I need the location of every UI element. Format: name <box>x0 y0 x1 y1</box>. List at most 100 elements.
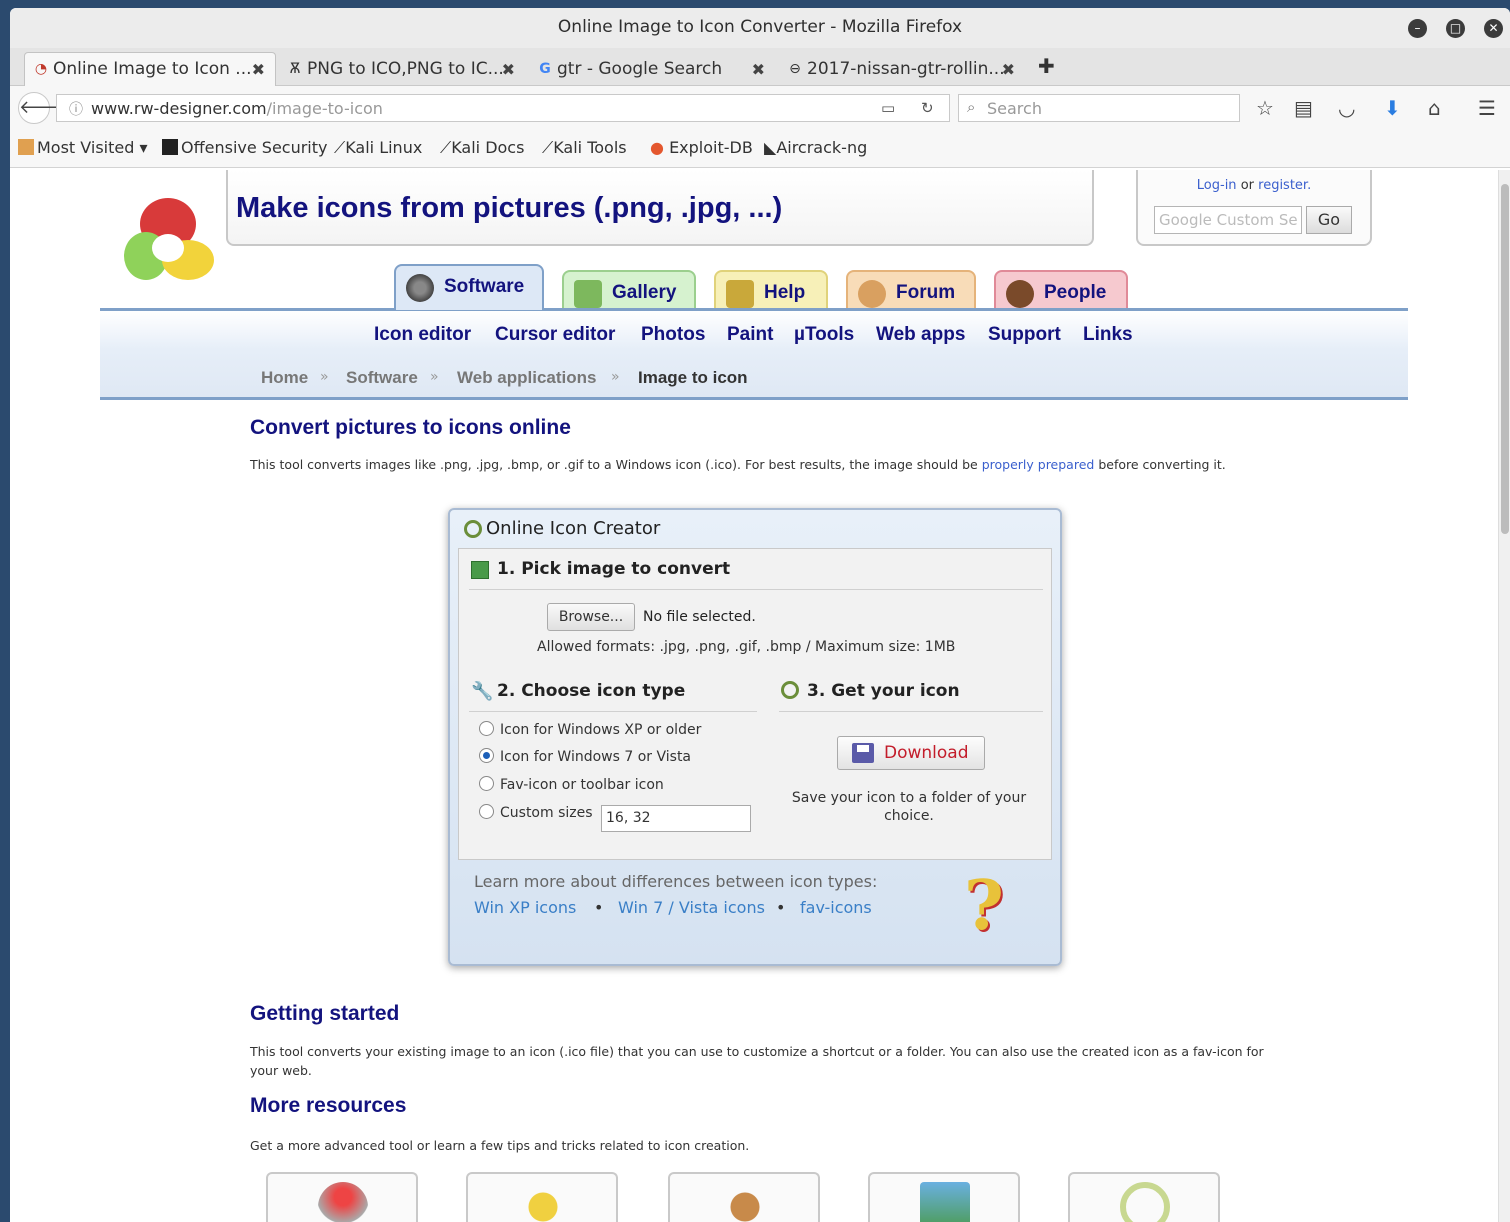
download-button[interactable]: Download <box>837 736 985 770</box>
close-window-icon[interactable]: ✕ <box>1484 19 1503 38</box>
subnav-web-apps[interactable]: Web apps <box>876 324 965 346</box>
bookmark-star-icon[interactable]: ☆ <box>1256 96 1274 120</box>
home-icon[interactable]: ⌂ <box>1428 96 1441 120</box>
rw-designer-logo[interactable] <box>118 188 218 288</box>
bookmark-most-visited[interactable]: Most Visited ▾ <box>18 138 148 157</box>
folder-icon <box>18 139 34 155</box>
bookmark-label: Kali Tools <box>553 138 627 157</box>
reload-icon[interactable]: ↻ <box>921 99 934 117</box>
win7-vista-icons-link[interactable]: Win 7 / Vista icons <box>618 898 765 917</box>
radio-label: Icon for Windows XP or older <box>500 722 702 738</box>
radio-fav-icon[interactable]: Fav-icon or toolbar icon <box>479 776 664 793</box>
new-tab-icon[interactable]: ✚ <box>1038 54 1055 78</box>
close-tab-icon[interactable]: ✖ <box>252 60 265 79</box>
software-icon <box>406 274 434 302</box>
download-label: Download <box>884 743 969 763</box>
radio-button[interactable] <box>479 776 494 791</box>
radio-label: Fav-icon or toolbar icon <box>500 777 664 793</box>
divider <box>779 711 1043 712</box>
subnav-utools[interactable]: µTools <box>794 324 854 346</box>
subnav-photos[interactable]: Photos <box>641 324 705 346</box>
fav-icons-link[interactable]: fav-icons <box>800 898 872 917</box>
login-box: Log-in or register. Google Custom Se Go <box>1136 170 1372 246</box>
go-button[interactable]: Go <box>1306 206 1352 234</box>
resource-card[interactable] <box>668 1172 820 1222</box>
site-title: Make icons from pictures (.png, .jpg, ..… <box>236 192 783 224</box>
resource-card[interactable] <box>1068 1172 1220 1222</box>
tab-online-image-to-icon[interactable]: ◔ Online Image to Icon ... ✖ <box>24 52 276 86</box>
step-3-title: 3. Get your icon <box>807 681 960 701</box>
subnav-icon-editor[interactable]: Icon editor <box>374 324 471 346</box>
tab-help[interactable]: Help <box>714 270 828 308</box>
radio-windows-7[interactable]: Icon for Windows 7 or Vista <box>479 748 691 765</box>
bookmark-aircrack-ng[interactable]: ◣Aircrack-ng <box>764 138 867 157</box>
forum-quill-icon <box>858 280 886 308</box>
vertical-scrollbar[interactable] <box>1498 170 1510 1222</box>
bookmark-kali-docs[interactable]: ⟋Kali Docs <box>440 138 524 158</box>
subnav-support[interactable]: Support <box>988 324 1061 346</box>
browse-button[interactable]: Browse... <box>547 603 635 631</box>
photo-icon <box>920 1182 970 1222</box>
intro-text-end: before converting it. <box>1094 457 1226 472</box>
resource-card[interactable] <box>868 1172 1020 1222</box>
win-xp-icons-link[interactable]: Win XP icons <box>474 898 576 917</box>
resource-card[interactable] <box>466 1172 618 1222</box>
breadcrumb-software[interactable]: Software <box>346 368 418 388</box>
register-link[interactable]: register. <box>1258 178 1311 193</box>
tab-people[interactable]: People <box>994 270 1128 308</box>
subnav-links[interactable]: Links <box>1083 324 1133 346</box>
breadcrumb-web-applications[interactable]: Web applications <box>457 368 597 388</box>
search-bar[interactable]: ⌕ Search <box>958 94 1240 122</box>
bookmark-label: Kali Linux <box>345 138 423 157</box>
tab-software[interactable]: Software <box>394 264 544 310</box>
star-icon <box>518 1182 568 1222</box>
minimize-icon[interactable]: – <box>1408 19 1427 38</box>
window-title: Online Image to Icon Converter - Mozilla… <box>557 17 963 37</box>
save-note: Save your icon to a folder of your choic… <box>791 790 1027 824</box>
tab-google-search[interactable]: G gtr - Google Search ✖ <box>528 52 776 86</box>
floppy-disk-icon <box>852 743 874 763</box>
resource-card[interactable] <box>266 1172 418 1222</box>
radio-custom-sizes[interactable]: Custom sizes <box>479 804 593 821</box>
breadcrumb-separator-icon: » <box>611 369 620 385</box>
radio-windows-xp[interactable]: Icon for Windows XP or older <box>479 721 701 738</box>
close-tab-icon[interactable]: ✖ <box>752 60 765 79</box>
image-icon: ⊖ <box>789 61 801 77</box>
subnav-cursor-editor[interactable]: Cursor editor <box>495 324 615 346</box>
google-custom-search-input[interactable]: Google Custom Se <box>1154 206 1302 234</box>
breadcrumb-home[interactable]: Home <box>261 368 308 388</box>
downloads-icon[interactable]: ⬇ <box>1384 96 1401 120</box>
login-link[interactable]: Log-in <box>1197 178 1237 193</box>
back-button[interactable]: 🡐 <box>18 92 67 124</box>
tab-forum[interactable]: Forum <box>846 270 976 308</box>
bookmark-offensive-security[interactable]: Offensive Security <box>162 138 327 157</box>
bookmark-exploit-db[interactable]: ● Exploit-DB <box>650 138 753 157</box>
radio-button[interactable] <box>479 748 494 763</box>
tab-gallery[interactable]: Gallery <box>562 270 696 308</box>
url-bar[interactable]: ⓘ www.rw-designer.com/image-to-icon ▭ ↻ <box>56 94 950 122</box>
bookmark-kali-linux[interactable]: ⟋Kali Linux <box>334 138 422 158</box>
subnav-paint[interactable]: Paint <box>727 324 773 346</box>
tab-png-to-ico[interactable]: Ѫ PNG to ICO,PNG to IC... ✖ <box>278 52 526 86</box>
radio-button[interactable] <box>479 804 494 819</box>
reader-view-icon[interactable]: ▭ <box>881 99 895 117</box>
close-tab-icon[interactable]: ✖ <box>502 60 515 79</box>
close-tab-icon[interactable]: ✖ <box>1002 60 1015 79</box>
refresh-circle-icon <box>1120 1182 1170 1222</box>
maximize-icon[interactable]: □ <box>1446 19 1465 38</box>
offsec-icon <box>162 139 178 155</box>
scrollbar-thumb[interactable] <box>1501 184 1509 534</box>
custom-sizes-input[interactable]: 16, 32 <box>601 805 751 832</box>
reading-list-icon[interactable]: ▤ <box>1294 96 1313 120</box>
properly-prepared-link[interactable]: properly prepared <box>982 457 1095 472</box>
pocket-icon[interactable]: ◡ <box>1338 96 1355 120</box>
radio-button[interactable] <box>479 721 494 736</box>
exploitdb-icon: ● <box>650 138 664 157</box>
help-book-icon <box>726 280 754 308</box>
tab-nissan-gtr[interactable]: ⊖ 2017-nissan-gtr-rollin... ✖ <box>778 52 1026 86</box>
tab-label: Help <box>764 282 806 303</box>
menu-icon[interactable]: ☰ <box>1478 96 1496 120</box>
kali-icon: ⟋ <box>334 138 346 157</box>
info-icon[interactable]: ⓘ <box>69 99 83 119</box>
bookmark-kali-tools[interactable]: ⟋Kali Tools <box>542 138 627 158</box>
